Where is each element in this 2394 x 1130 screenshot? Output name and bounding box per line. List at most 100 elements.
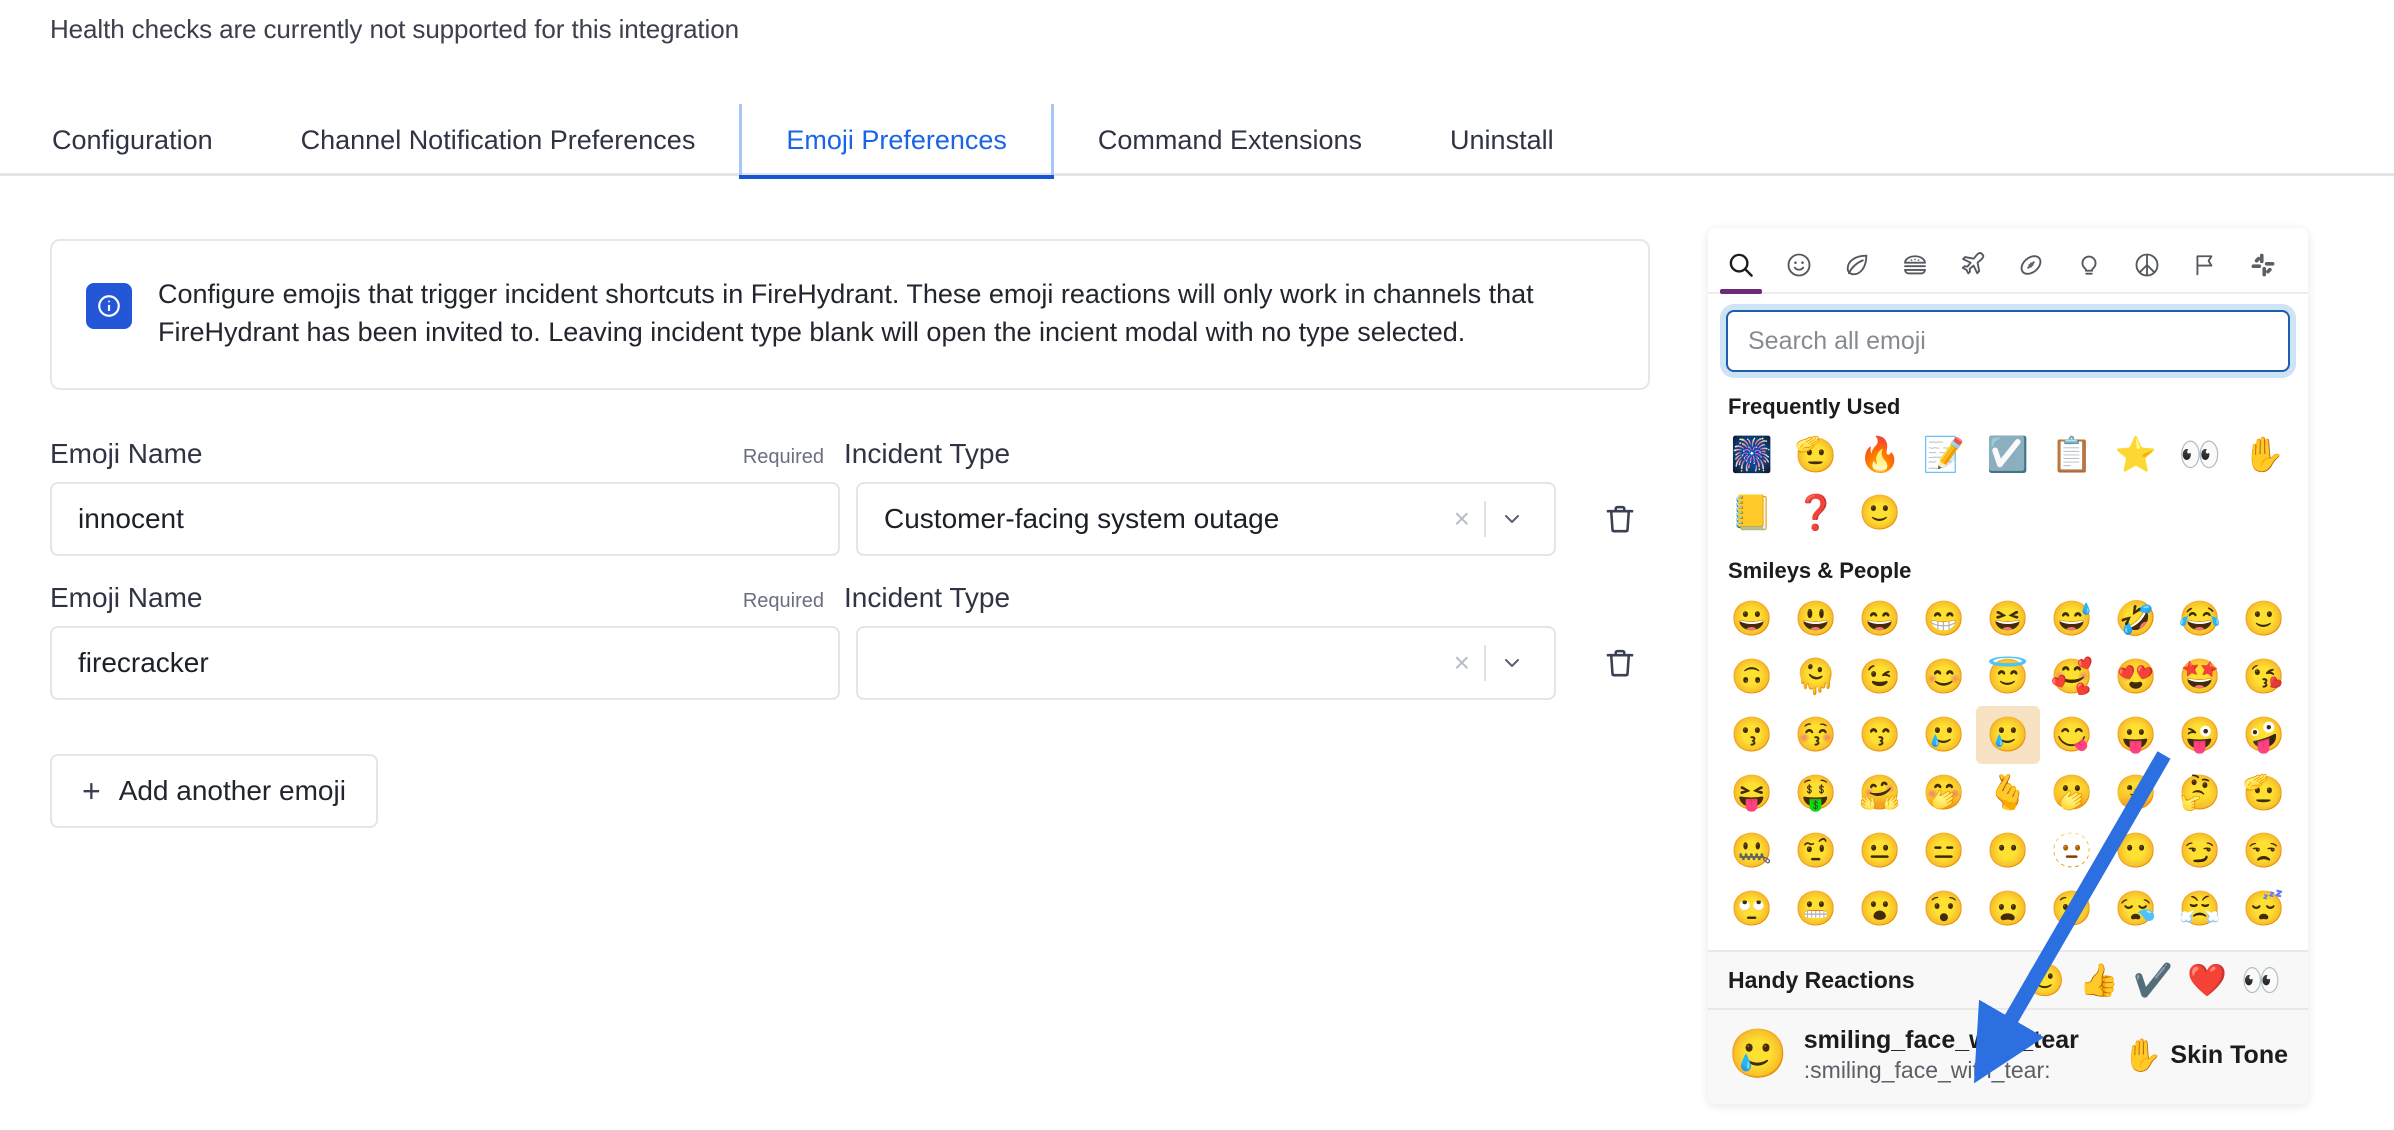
food-burger-icon[interactable]	[1886, 238, 1944, 292]
emoji-button[interactable]: 🤫	[2104, 764, 2168, 822]
emoji-button[interactable]: 😶	[1976, 822, 2040, 880]
emoji-button[interactable]: 😁	[1912, 590, 1976, 648]
symbols-peace-icon[interactable]	[2118, 238, 2176, 292]
emoji-button[interactable]: 😙	[1848, 706, 1912, 764]
emoji-button[interactable]: 😴	[2232, 880, 2296, 938]
emoji-button[interactable]: 😅	[2040, 590, 2104, 648]
emoji-name-input[interactable]	[50, 625, 840, 700]
emoji-button[interactable]: 🤨	[1784, 822, 1848, 880]
emoji-button[interactable]: 😘	[2232, 648, 2296, 706]
emoji-button[interactable]: 😗	[1720, 706, 1784, 764]
emoji-name-input[interactable]	[50, 481, 840, 556]
emoji-button[interactable]: 🤣	[2104, 590, 2168, 648]
objects-lightbulb-icon[interactable]	[2060, 238, 2118, 292]
emoji-button[interactable]: ☑️	[1976, 426, 2040, 484]
emoji-button[interactable]: 😄	[1848, 590, 1912, 648]
emoji-button[interactable]: 😧	[2040, 880, 2104, 938]
emoji-button[interactable]: 😊	[1912, 648, 1976, 706]
emoji-button[interactable]: 😀	[1720, 590, 1784, 648]
emoji-button[interactable]: 😬	[1784, 880, 1848, 938]
tab-configuration[interactable]: Configuration	[0, 104, 257, 176]
emoji-button[interactable]: 😪	[2104, 880, 2168, 938]
emoji-button[interactable]: 🤪	[2232, 706, 2296, 764]
emoji-button[interactable]: 😜	[2168, 706, 2232, 764]
emoji-button[interactable]: 😚	[1784, 706, 1848, 764]
emoji-button[interactable]: 📋	[2040, 426, 2104, 484]
incident-type-select[interactable]: Customer-facing system outage ×	[856, 481, 1556, 556]
emoji-button[interactable]: 🙂	[1848, 484, 1912, 542]
emoji-button[interactable]: ✋	[2232, 426, 2296, 484]
handy-reaction-button[interactable]: ❤️	[2180, 964, 2234, 996]
tab-channel-notification-preferences[interactable]: Channel Notification Preferences	[257, 104, 740, 176]
emoji-button[interactable]: 😇	[1976, 648, 2040, 706]
emoji-button[interactable]: 📝	[1912, 426, 1976, 484]
emoji-button[interactable]: 😝	[1720, 764, 1784, 822]
travel-plane-icon[interactable]	[1944, 238, 2002, 292]
emoji-button[interactable]: 😛	[2104, 706, 2168, 764]
emoji-button[interactable]: 🔥	[1848, 426, 1912, 484]
emoji-button[interactable]: 🙄	[1720, 880, 1784, 938]
emoji-button[interactable]: 🤔	[2168, 764, 2232, 822]
emoji-button[interactable]: 🤩	[2168, 648, 2232, 706]
incident-type-select[interactable]: ×	[856, 625, 1556, 700]
emoji-button[interactable]: 😤	[2168, 880, 2232, 938]
clear-selection-icon[interactable]: ×	[1440, 648, 1484, 677]
emoji-button[interactable]: 😐	[1848, 822, 1912, 880]
emoji-button[interactable]: 📒	[1720, 484, 1784, 542]
emoji-button[interactable]: 🥲	[1976, 706, 2040, 764]
delete-row-button[interactable]	[1592, 491, 1648, 547]
emoji-button[interactable]: 🎆	[1720, 426, 1784, 484]
chevron-down-icon[interactable]	[1486, 651, 1538, 675]
emoji-button[interactable]: 🤑	[1784, 764, 1848, 822]
clear-selection-icon[interactable]: ×	[1440, 504, 1484, 533]
search-input[interactable]	[1726, 310, 2290, 372]
search-icon[interactable]	[1712, 238, 1770, 294]
emoji-button[interactable]: 😦	[1976, 880, 2040, 938]
emoji-button[interactable]: 😶	[2104, 822, 2168, 880]
smileys-icon[interactable]	[1770, 238, 1828, 292]
emoji-button[interactable]: 🫠	[1784, 648, 1848, 706]
handy-reaction-buttons: 🙂 👍 ✔️ ❤️ 👀	[2018, 964, 2288, 996]
emoji-button[interactable]: 🫡	[2232, 764, 2296, 822]
emoji-button[interactable]: 😏	[2168, 822, 2232, 880]
handy-reaction-button[interactable]: 👀	[2234, 964, 2288, 996]
emoji-button[interactable]: 🫥	[2040, 822, 2104, 880]
emoji-button[interactable]: 👀	[2168, 426, 2232, 484]
add-another-emoji-button[interactable]: + Add another emoji	[50, 753, 378, 828]
handy-reaction-button[interactable]: 👍	[2072, 964, 2126, 996]
emoji-button[interactable]: 😑	[1912, 822, 1976, 880]
emoji-button[interactable]: 😃	[1784, 590, 1848, 648]
emoji-button[interactable]: 🤭	[1912, 764, 1976, 822]
emoji-button[interactable]: 🫰	[1976, 764, 2040, 822]
emoji-button[interactable]: 🤗	[1848, 764, 1912, 822]
emoji-button[interactable]: 😮	[1848, 880, 1912, 938]
nature-leaf-icon[interactable]	[1828, 238, 1886, 292]
emoji-button[interactable]: 😯	[1912, 880, 1976, 938]
handy-reaction-button[interactable]: 🙂	[2018, 964, 2072, 996]
tab-uninstall[interactable]: Uninstall	[1406, 104, 1598, 176]
emoji-button[interactable]: 😍	[2104, 648, 2168, 706]
tab-emoji-preferences[interactable]: Emoji Preferences	[739, 104, 1054, 179]
skin-tone-button[interactable]: ✋ Skin Tone	[2123, 1039, 2288, 1071]
emoji-button[interactable]: 🫢	[2040, 764, 2104, 822]
emoji-button[interactable]: 🫡	[1784, 426, 1848, 484]
emoji-button[interactable]: ❓	[1784, 484, 1848, 542]
flags-icon[interactable]	[2176, 238, 2234, 292]
handy-reaction-button[interactable]: ✔️	[2126, 964, 2180, 996]
tab-command-extensions[interactable]: Command Extensions	[1054, 104, 1406, 176]
slack-logo-icon[interactable]	[2234, 238, 2292, 292]
emoji-button[interactable]: 😉	[1848, 648, 1912, 706]
emoji-button[interactable]: 🙃	[1720, 648, 1784, 706]
emoji-button[interactable]: 🥰	[2040, 648, 2104, 706]
emoji-button[interactable]: 🙂	[2232, 590, 2296, 648]
activities-football-icon[interactable]	[2002, 238, 2060, 292]
emoji-button[interactable]: 🥲	[1912, 706, 1976, 764]
emoji-button[interactable]: ⭐	[2104, 426, 2168, 484]
emoji-button[interactable]: 😋	[2040, 706, 2104, 764]
emoji-button[interactable]: 😆	[1976, 590, 2040, 648]
chevron-down-icon[interactable]	[1486, 507, 1538, 531]
delete-row-button[interactable]	[1592, 635, 1648, 691]
emoji-button[interactable]: 🤐	[1720, 822, 1784, 880]
emoji-button[interactable]: 😂	[2168, 590, 2232, 648]
emoji-button[interactable]: 😒	[2232, 822, 2296, 880]
